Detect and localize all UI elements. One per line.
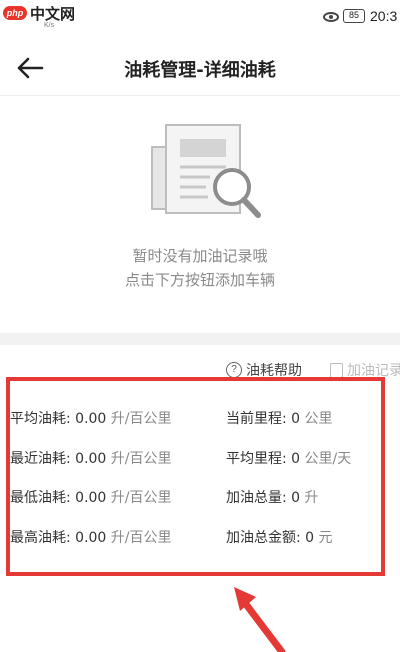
empty-hint: 点击下方按钮添加车辆 bbox=[124, 271, 275, 289]
question-icon: ? bbox=[226, 362, 242, 378]
status-bar: php 中文网 K/s 85 20:3 bbox=[0, 0, 400, 40]
stat-recent-fuel: 最近油耗: 0.00 升/百公里 bbox=[10, 451, 172, 467]
document-icon bbox=[330, 362, 343, 378]
battery-icon: 85 bbox=[343, 9, 365, 23]
document-search-icon bbox=[151, 124, 261, 218]
nav-bar: 油耗管理-详细油耗 bbox=[0, 40, 400, 96]
watermark-text: 中文网 bbox=[30, 5, 76, 23]
stat-current-mileage: 当前里程: 0 公里 bbox=[226, 411, 333, 427]
watermark-logo: php bbox=[3, 6, 27, 20]
clock: 20:3 bbox=[370, 8, 398, 24]
stat-min-fuel: 最低油耗: 0.00 升/百公里 bbox=[10, 490, 172, 506]
empty-message: 暂时没有加油记录哦 bbox=[132, 247, 268, 265]
stat-avg-fuel: 平均油耗: 0.00 升/百公里 bbox=[10, 411, 172, 427]
stat-max-fuel: 最高油耗: 0.00 升/百公里 bbox=[10, 530, 172, 546]
section-divider bbox=[0, 333, 400, 345]
empty-state: 暂时没有加油记录哦 点击下方按钮添加车辆 bbox=[0, 97, 400, 333]
stat-total-fuel: 加油总量: 0 升 bbox=[226, 490, 319, 506]
eye-comfort-icon bbox=[323, 12, 339, 22]
annotation-arrow-icon bbox=[234, 587, 286, 652]
page-title: 油耗管理-详细油耗 bbox=[124, 60, 276, 81]
stat-total-amount: 加油总金额: 0 元 bbox=[226, 530, 333, 546]
network-speed: K/s bbox=[44, 22, 55, 29]
stat-avg-mileage: 平均里程: 0 公里/天 bbox=[226, 451, 352, 467]
